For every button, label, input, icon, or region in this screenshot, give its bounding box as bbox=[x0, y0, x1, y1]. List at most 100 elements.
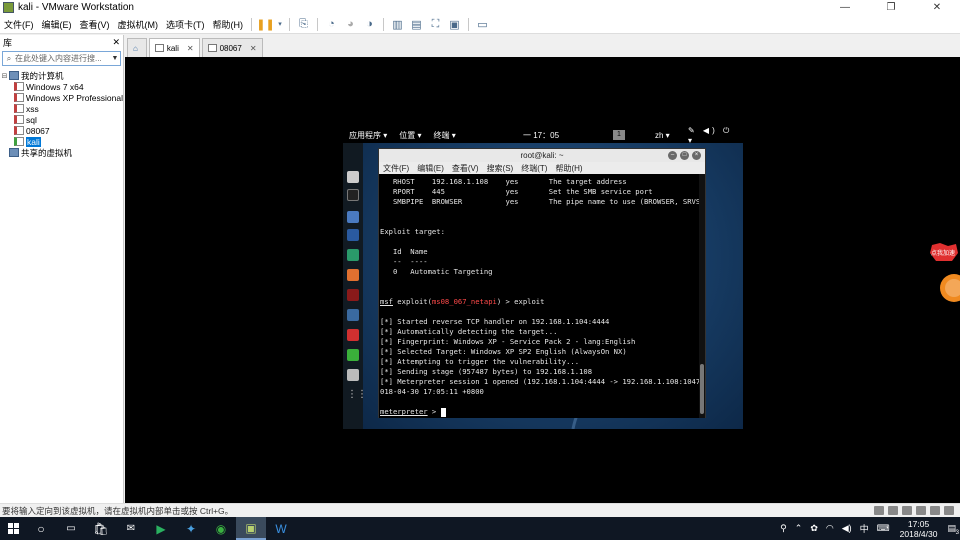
chevron-down-icon[interactable]: ▼ bbox=[110, 55, 120, 62]
tree-item-sql[interactable]: sql bbox=[0, 114, 123, 125]
armitage-dock-icon[interactable] bbox=[347, 249, 359, 261]
terminal-menu-view[interactable]: 查看(V) bbox=[452, 163, 479, 174]
media-player-icon[interactable]: ▶ bbox=[146, 517, 176, 540]
usb-status-icon[interactable] bbox=[916, 506, 926, 515]
send-ctrl-alt-del-icon[interactable]: ⎘ bbox=[295, 17, 312, 32]
feather-app-icon[interactable]: ✦ bbox=[176, 517, 206, 540]
revert-snapshot-icon[interactable]: ◕ bbox=[342, 17, 359, 32]
tree-item-windows-xp[interactable]: Windows XP Professional bbox=[0, 92, 123, 103]
windows-start-icon[interactable] bbox=[0, 517, 26, 540]
sound-status-icon[interactable] bbox=[930, 506, 940, 515]
snapshot-manager-icon[interactable]: ◑ bbox=[361, 17, 378, 32]
mail-icon[interactable]: ✉ bbox=[116, 517, 146, 540]
tree-item-08067[interactable]: 08067 bbox=[0, 125, 123, 136]
wifi-icon[interactable]: ◠ bbox=[826, 523, 834, 534]
volume-icon[interactable]: ◀) bbox=[842, 523, 852, 534]
menu-view[interactable]: 查看(V) bbox=[76, 18, 114, 31]
maltego-dock-icon[interactable] bbox=[347, 309, 359, 321]
vmware-taskbar-icon[interactable]: ▣ bbox=[236, 517, 266, 540]
tree-item-my-computer[interactable]: ⊟ 我的计算机 bbox=[0, 70, 123, 81]
pause-icon[interactable]: ❚❚ bbox=[256, 17, 274, 32]
beef-dock-icon[interactable] bbox=[347, 289, 359, 301]
terminal-maximize-icon[interactable]: □ bbox=[680, 151, 689, 160]
close-tab-icon[interactable]: ✕ bbox=[250, 44, 257, 53]
dropdown-arrow-icon[interactable]: ▾ bbox=[276, 17, 284, 32]
display-status-icon[interactable] bbox=[944, 506, 954, 515]
leafpad-dock-icon[interactable] bbox=[347, 349, 359, 361]
terminal-app-menu[interactable]: 终端 ▾ bbox=[434, 130, 456, 141]
terminal-titlebar[interactable]: root@kali: ~ – □ × bbox=[379, 149, 705, 162]
browser-dock-icon[interactable] bbox=[347, 171, 359, 183]
app-tray-icon[interactable]: ✿ bbox=[810, 523, 818, 534]
maximize-button[interactable]: ❐ bbox=[868, 0, 914, 15]
unity-icon[interactable]: ▣ bbox=[446, 17, 463, 32]
menu-help[interactable]: 帮助(H) bbox=[209, 18, 248, 31]
thumbnail-bar-icon[interactable]: ▤ bbox=[408, 17, 425, 32]
gedit-dock-icon[interactable] bbox=[347, 369, 359, 381]
menu-edit[interactable]: 编辑(E) bbox=[38, 18, 76, 31]
show-library-icon[interactable]: ▥ bbox=[389, 17, 406, 32]
close-tab-icon[interactable]: ✕ bbox=[187, 44, 194, 53]
tree-item-shared-vms[interactable]: 共享的虚拟机 bbox=[0, 147, 123, 158]
store-icon[interactable]: 🛍 bbox=[86, 517, 116, 540]
tree-item-windows7[interactable]: Windows 7 x64 bbox=[0, 81, 123, 92]
terminal-minimize-icon[interactable]: – bbox=[668, 151, 677, 160]
hdd-status-icon[interactable] bbox=[874, 506, 884, 515]
terminal-window[interactable]: root@kali: ~ – □ × 文件(F) 编辑(E) 查看(V) 搜索(… bbox=[378, 148, 706, 418]
minimize-button[interactable]: — bbox=[822, 0, 868, 15]
terminal-menu-terminal[interactable]: 终端(T) bbox=[521, 163, 547, 174]
cdrom-status-icon[interactable] bbox=[888, 506, 898, 515]
applications-menu[interactable]: 应用程序 ▾ bbox=[349, 130, 387, 141]
input-language[interactable]: zh ▾ bbox=[655, 131, 670, 140]
menu-vm[interactable]: 虚拟机(M) bbox=[114, 18, 163, 31]
input-method-indicator[interactable]: 中 bbox=[860, 522, 869, 535]
terminal-menu-edit[interactable]: 编辑(E) bbox=[417, 163, 444, 174]
scrollbar-thumb[interactable] bbox=[700, 364, 704, 414]
close-button[interactable]: ✕ bbox=[914, 0, 960, 15]
terminal-menu-help[interactable]: 帮助(H) bbox=[555, 163, 582, 174]
library-search-input[interactable]: ⌕ 在此处键入内容进行搜... ▼ bbox=[2, 51, 121, 66]
menu-tabs[interactable]: 选项卡(T) bbox=[162, 18, 209, 31]
terminal-menu-search[interactable]: 搜索(S) bbox=[487, 163, 514, 174]
library-close-icon[interactable]: ✕ bbox=[112, 37, 120, 48]
faraday-dock-icon[interactable] bbox=[347, 329, 359, 341]
full-screen-icon[interactable]: ⛶ bbox=[427, 17, 444, 32]
menu-file[interactable]: 文件(F) bbox=[0, 18, 38, 31]
console-view-icon[interactable]: ▭ bbox=[474, 17, 491, 32]
browser-icon[interactable]: ◉ bbox=[206, 517, 236, 540]
kali-system-tray[interactable]: ✎ ◀) ⏻ ▾ bbox=[688, 127, 743, 145]
places-menu[interactable]: 位置 ▾ bbox=[399, 130, 421, 141]
show-hidden-icons[interactable]: ⌃ bbox=[795, 523, 803, 534]
keyboard-icon[interactable]: ⌨ bbox=[877, 523, 890, 534]
terminal-close-icon[interactable]: × bbox=[692, 151, 701, 160]
workspace-indicator[interactable]: 1 bbox=[613, 130, 625, 140]
prompt-text: > bbox=[427, 407, 441, 416]
burpsuite-dock-icon[interactable] bbox=[347, 269, 359, 281]
tab-kali[interactable]: kali ✕ bbox=[148, 38, 200, 57]
files-dock-icon[interactable] bbox=[347, 211, 359, 223]
terminal-output[interactable]: RHOST 192.168.1.108 yes The target addre… bbox=[379, 174, 699, 418]
show-apps-icon[interactable]: ⋮⋮ bbox=[347, 389, 367, 401]
people-icon[interactable]: ⚲ bbox=[780, 523, 787, 534]
tree-item-xss[interactable]: xss bbox=[0, 103, 123, 114]
windows-logo-icon bbox=[7, 523, 19, 534]
search-icon[interactable]: ○ bbox=[26, 517, 56, 540]
tab-08067[interactable]: 08067 ✕ bbox=[201, 38, 263, 57]
wps-writer-icon[interactable]: W bbox=[266, 517, 296, 540]
notification-center-icon[interactable]: ▤ 3 bbox=[947, 523, 959, 536]
terminal-menu-file[interactable]: 文件(F) bbox=[383, 163, 409, 174]
accelerator-badge[interactable]: 点我加速 bbox=[928, 243, 960, 303]
home-tab[interactable]: ⌂ bbox=[127, 38, 147, 57]
snapshot-icon[interactable]: ◔ bbox=[323, 17, 340, 32]
collapse-icon[interactable]: ⊟ bbox=[0, 72, 9, 80]
terminal-dock-icon[interactable] bbox=[347, 189, 359, 201]
kali-clock[interactable]: 一 17：05 bbox=[523, 130, 559, 141]
terminal-scrollbar[interactable] bbox=[699, 174, 705, 418]
terminal-line: [*] Automatically detecting the target..… bbox=[380, 327, 558, 336]
network-status-icon[interactable] bbox=[902, 506, 912, 515]
metasploit-dock-icon[interactable] bbox=[347, 229, 359, 241]
task-view-icon[interactable]: ▭ bbox=[56, 517, 86, 540]
taskbar-clock[interactable]: 17:05 2018/4/30 bbox=[900, 519, 938, 539]
tree-item-kali[interactable]: kali bbox=[0, 136, 123, 147]
